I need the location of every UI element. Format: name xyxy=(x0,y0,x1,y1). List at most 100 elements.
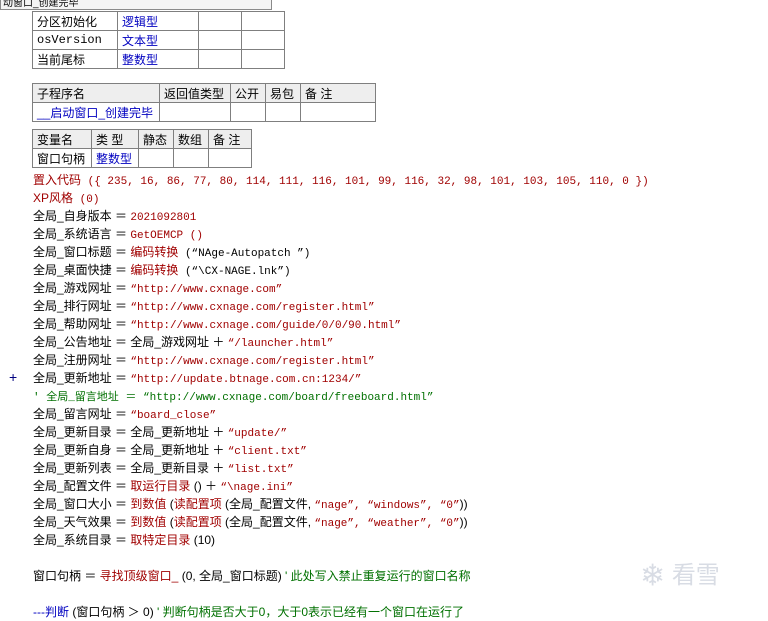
code-assign: 全局_更新目录 ＝ 全局_更新地址 ＋ xyxy=(33,425,228,439)
code-args: )) xyxy=(459,515,468,529)
var-name-cell[interactable]: 当前尾标 xyxy=(32,49,118,69)
var-type-cell[interactable]: 整数型 xyxy=(91,148,139,168)
code-args: (“NAge-Autopatch ”) xyxy=(178,248,311,260)
var-name-cell[interactable]: 窗口句柄 xyxy=(32,148,92,168)
code-value: “\nage.ini” xyxy=(220,482,293,494)
code-value: “http://www.cxnage.com” xyxy=(130,284,283,296)
flow-line-marker: --- xyxy=(33,605,45,619)
code-args: (全局_配置文件, xyxy=(221,497,315,511)
code-line[interactable]: 置入代码 ({ 235, 16, 86, 77, 80, 114, 111, 1… xyxy=(33,171,649,189)
code-command: 到数值 xyxy=(130,515,167,529)
code-args: (窗口句柄 ＞ 0) xyxy=(69,605,158,619)
code-line[interactable]: ---判断 (窗口句柄 ＞ 0) ' 判断句柄是否大于0，大于0表示已经有一个窗… xyxy=(33,603,464,621)
code-line[interactable]: 全局_桌面快捷 ＝ 编码转换 (“\CX-NAGE.lnk”) xyxy=(33,261,291,279)
col-header-return-type: 返回值类型 xyxy=(159,83,231,103)
expand-marker-icon[interactable]: + xyxy=(9,369,17,385)
col-header-remark: 备 注 xyxy=(300,83,376,103)
code-assign: 全局_更新自身 ＝ 全局_更新地址 ＋ xyxy=(33,443,228,457)
global-var-table: 分区初始化 逻辑型 osVersion 文本型 当前尾标 整数型 xyxy=(32,11,285,69)
var-type-cell[interactable]: 文本型 xyxy=(117,30,199,50)
col-header-public: 公开 xyxy=(230,83,266,103)
var-type-cell[interactable]: 逻辑型 xyxy=(117,11,199,31)
code-args: (全局_配置文件, xyxy=(221,515,315,529)
empty-cell[interactable] xyxy=(198,49,242,69)
col-header-easy-pack: 易包 xyxy=(265,83,301,103)
col-header-var-name: 变量名 xyxy=(32,129,92,149)
code-comment: ' 此处写入禁止重复运行的窗口名称 xyxy=(285,569,471,583)
code-assign: 全局_窗口大小 ＝ xyxy=(33,497,131,511)
code-line[interactable]: 全局_系统语言 ＝ GetOEMCP () xyxy=(33,225,203,243)
sub-name-cell[interactable]: __启动窗口_创建完毕 xyxy=(32,102,160,122)
code-comment: ' 判断句柄是否大于0，大于0表示已经有一个窗口在运行了 xyxy=(157,605,465,619)
code-line[interactable]: 全局_更新列表 ＝ 全局_更新目录 ＋ “list.txt” xyxy=(33,459,294,477)
code-value: GetOEMCP () xyxy=(130,230,203,242)
code-value: “client.txt” xyxy=(227,446,307,458)
code-value: “http://www.cxnage.com/register.html” xyxy=(130,302,375,314)
code-value: “board_close” xyxy=(130,410,217,422)
var-type-cell[interactable]: 整数型 xyxy=(117,49,199,69)
code-args: ( xyxy=(166,515,174,529)
code-line[interactable]: 全局_更新自身 ＝ 全局_更新地址 ＋ “client.txt” xyxy=(33,441,307,459)
table-header-row: 变量名 类 型 静态 数组 备 注 xyxy=(32,129,252,149)
empty-cell[interactable] xyxy=(265,102,301,122)
code-line[interactable]: 全局_排行网址 ＝ “http://www.cxnage.com/registe… xyxy=(33,297,375,315)
empty-cell[interactable] xyxy=(208,148,252,168)
code-line[interactable]: 全局_天气效果 ＝ 到数值 (读配置项 (全局_配置文件, “nage”, “w… xyxy=(33,513,468,531)
code-command: 编码转换 xyxy=(130,245,179,259)
code-line[interactable]: 全局_公告地址 ＝ 全局_游戏网址 ＋ “/launcher.html” xyxy=(33,333,333,351)
code-assign: 全局_排行网址 ＝ xyxy=(33,299,131,313)
local-var-table: 变量名 类 型 静态 数组 备 注 窗口句柄 整数型 xyxy=(32,129,252,168)
code-line[interactable]: 窗口句柄 ＝ 寻找顶级窗口_ (0, 全局_窗口标题) ' 此处写入禁止重复运行… xyxy=(33,567,471,585)
code-assign: 全局_配置文件 ＝ xyxy=(33,479,131,493)
empty-cell[interactable] xyxy=(138,148,174,168)
code-line[interactable]: 全局_注册网址 ＝ “http://www.cxnage.com/registe… xyxy=(33,351,375,369)
code-assign: 全局_留言网址 ＝ xyxy=(33,407,131,421)
empty-cell[interactable] xyxy=(300,102,376,122)
watermark: ❄ 看雪 xyxy=(640,556,760,596)
subroutine-table: 子程序名 返回值类型 公开 易包 备 注 __启动窗口_创建完毕 xyxy=(32,83,376,122)
code-args: (10) xyxy=(190,533,216,547)
var-name-cell[interactable]: 分区初始化 xyxy=(32,11,118,31)
empty-cell[interactable] xyxy=(241,30,285,50)
code-assign: 全局_天气效果 ＝ xyxy=(33,515,131,529)
empty-cell[interactable] xyxy=(198,11,242,31)
code-line[interactable]: XP风格 (0) xyxy=(33,189,99,207)
code-line[interactable]: 全局_帮助网址 ＝ “http://www.cxnage.com/guide/0… xyxy=(33,315,401,333)
code-line[interactable]: 全局_更新目录 ＝ 全局_更新地址 ＋ “update/” xyxy=(33,423,287,441)
code-command: 读配置项 xyxy=(173,515,222,529)
empty-cell[interactable] xyxy=(198,30,242,50)
code-args: ({ 235, 16, 86, 77, 80, 114, 111, 116, 1… xyxy=(81,176,649,188)
empty-cell[interactable] xyxy=(159,102,231,122)
empty-cell[interactable] xyxy=(173,148,209,168)
code-assign: 全局_系统目录 ＝ xyxy=(33,533,131,547)
code-assign: 全局_系统语言 ＝ xyxy=(33,227,131,241)
empty-cell[interactable] xyxy=(241,11,285,31)
snowflake-icon: ❄ xyxy=(640,559,666,593)
code-line[interactable]: 全局_留言网址 ＝ “board_close” xyxy=(33,405,216,423)
empty-cell[interactable] xyxy=(241,49,285,69)
code-assign: 全局_桌面快捷 ＝ xyxy=(33,263,131,277)
code-comment: ' 全局_留言地址 ＝ “http://www.cxnage.com/board… xyxy=(33,392,434,404)
code-args: (0) xyxy=(73,194,100,206)
code-line[interactable]: 全局_游戏网址 ＝ “http://www.cxnage.com” xyxy=(33,279,282,297)
code-line[interactable]: 全局_窗口标题 ＝ 编码转换 (“NAge-Autopatch ”) xyxy=(33,243,310,261)
code-assign: 全局_公告地址 ＝ 全局_游戏网址 ＋ xyxy=(33,335,228,349)
empty-cell[interactable] xyxy=(230,102,266,122)
code-command: 到数值 xyxy=(130,497,167,511)
code-command: 取特定目录 xyxy=(130,533,191,547)
code-assign: 全局_自身版本 ＝ xyxy=(33,209,131,223)
code-line[interactable]: 全局_系统目录 ＝ 取特定目录 (10) xyxy=(33,531,215,549)
code-command: 取运行目录 xyxy=(130,479,191,493)
code-line[interactable]: 全局_配置文件 ＝ 取运行目录 () ＋ “\nage.ini” xyxy=(33,477,293,495)
table-row: __启动窗口_创建完毕 xyxy=(32,102,376,122)
code-args: (“\CX-NAGE.lnk”) xyxy=(178,266,291,278)
code-value: 2021092801 xyxy=(130,212,197,224)
window-tab[interactable]: 动窗口_创建完毕 xyxy=(0,0,272,10)
code-line[interactable]: 全局_更新地址 ＝ “http://update.btnage.com.cn:1… xyxy=(33,369,361,387)
code-line[interactable]: 全局_自身版本 ＝ 2021092801 xyxy=(33,207,196,225)
code-line[interactable]: 全局_窗口大小 ＝ 到数值 (读配置项 (全局_配置文件, “nage”, “w… xyxy=(33,495,468,513)
code-comment-line[interactable]: ' 全局_留言地址 ＝ “http://www.cxnage.com/board… xyxy=(33,387,433,405)
col-header-type: 类 型 xyxy=(91,129,139,149)
var-name-cell[interactable]: osVersion xyxy=(32,30,118,50)
table-header-row: 子程序名 返回值类型 公开 易包 备 注 xyxy=(32,83,376,103)
